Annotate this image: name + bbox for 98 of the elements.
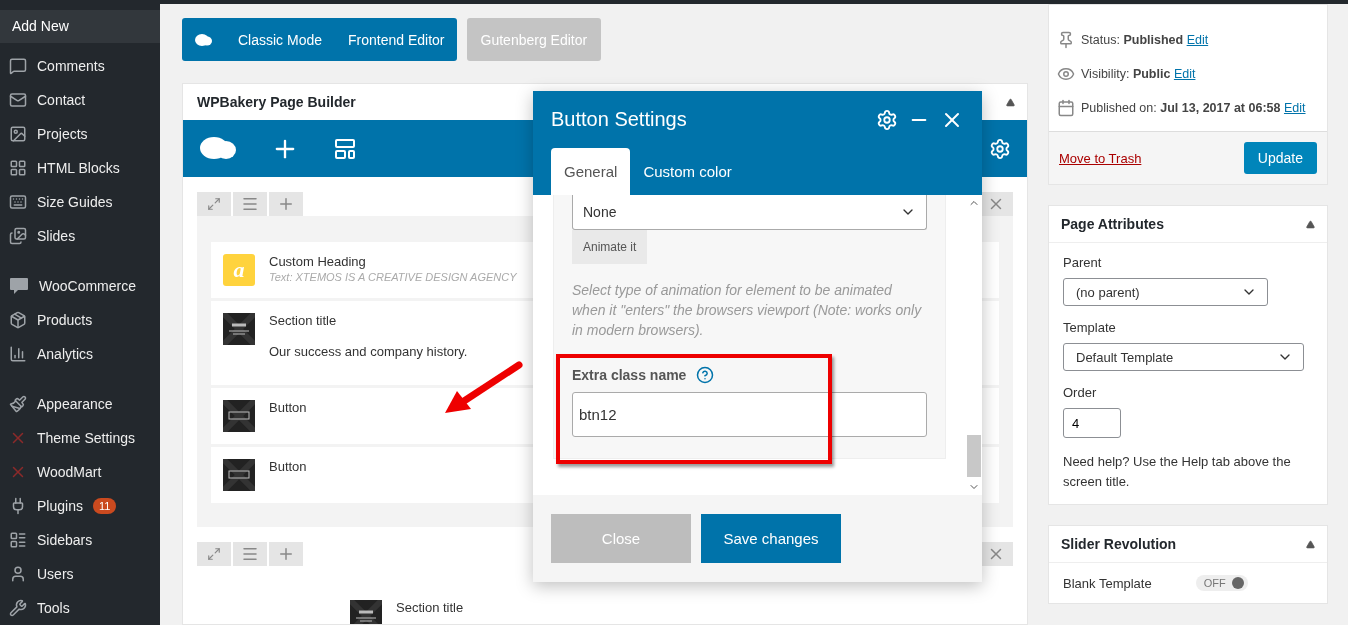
grid-icon [9, 159, 27, 177]
dialog-title: Button Settings [551, 108, 687, 131]
edit-link[interactable]: Edit [1283, 101, 1306, 115]
dialog-tab[interactable]: General [551, 148, 631, 195]
wrench-icon [9, 599, 27, 617]
order-input[interactable]: 4 [1063, 408, 1121, 438]
animation-select[interactable]: None [572, 195, 927, 230]
sidebar-item[interactable]: HTML Blocks [0, 151, 160, 185]
dialog-tab[interactable]: Custom color [630, 148, 745, 195]
sidebar-item[interactable]: WooCommerce [0, 269, 160, 303]
box-title: Slider Revolution [1061, 536, 1177, 552]
collapse-arrow-icon[interactable] [1306, 539, 1315, 549]
collapse-arrow-icon[interactable] [1306, 219, 1315, 229]
settings-icon[interactable] [989, 137, 1011, 160]
publish-info: Status: Published Edit [1081, 33, 1209, 47]
speech-bubble-icon [9, 57, 27, 75]
sidebar-item[interactable]: Size Guides [0, 185, 160, 219]
pin-icon [1057, 31, 1075, 49]
toggle-switch[interactable]: OFF [1195, 575, 1248, 591]
update-button[interactable]: Update [1243, 142, 1317, 174]
heading-element-icon: a [223, 254, 255, 286]
box-title: Page Attributes [1061, 216, 1164, 232]
sidebar-item[interactable]: Analytics [0, 337, 160, 371]
sidebar-item[interactable]: Contact [0, 83, 160, 117]
layout-icon [9, 531, 27, 549]
field-label: Order [1063, 385, 1098, 400]
scrollbar-thumb[interactable] [967, 435, 981, 477]
cloud-logo-icon [194, 32, 212, 47]
element-title: Button [269, 459, 307, 474]
element-title: Section title [396, 600, 464, 615]
keyboard-icon [9, 193, 27, 211]
settings-icon[interactable] [876, 108, 898, 131]
title-thumbnail-icon [223, 313, 255, 345]
sidebar-item[interactable]: Appearance [0, 387, 160, 421]
field-label: Template [1063, 320, 1117, 335]
help-text: Need help? Use the Help tab above the screen title. [1063, 453, 1292, 491]
sidebar-item[interactable]: Sidebars [0, 523, 160, 557]
envelope-icon [9, 91, 27, 109]
drag-handle[interactable] [233, 542, 267, 566]
parent-select[interactable]: (no parent) [1063, 278, 1268, 306]
sidebar-item[interactable]: Users [0, 557, 160, 591]
layout-icon[interactable] [333, 136, 357, 161]
drag-lines-icon [241, 545, 259, 563]
add-button[interactable] [269, 542, 303, 566]
count-badge: 11 [92, 498, 117, 514]
expand-button[interactable] [197, 542, 231, 566]
element-title: Custom Heading [269, 254, 367, 269]
sidebar-item[interactable]: Comments [0, 49, 160, 83]
title-thumbnail-icon [350, 600, 382, 624]
sidebar-item[interactable]: Tools [0, 591, 160, 625]
bar-chart-icon [9, 345, 27, 363]
sidebar-item[interactable]: Theme Settings [0, 421, 160, 455]
eye-icon [1057, 65, 1075, 83]
element-text: Our success and company history. [269, 344, 468, 359]
button-thumbnail-icon [223, 400, 255, 432]
sidebar-item[interactable]: Plugins 11 [0, 489, 160, 523]
animate-button[interactable]: Animate it [572, 230, 648, 264]
edit-link[interactable]: Edit [1186, 33, 1209, 47]
calendar-icon [1057, 99, 1075, 117]
button-thumbnail-icon [223, 459, 255, 491]
element-title: Button [269, 400, 307, 415]
woo-bubble-icon [9, 277, 29, 295]
editor-mode-button[interactable]: Classic Mode [238, 18, 323, 61]
collapse-arrow-icon[interactable] [1006, 97, 1015, 107]
sidebar-item[interactable]: Slides [0, 219, 160, 253]
paintbrush-icon [9, 395, 27, 413]
image-icon [9, 125, 27, 143]
expand-icon [207, 547, 221, 561]
sidebar-item[interactable]: Products [0, 303, 160, 337]
publish-info: Published on: Jul 13, 2017 at 06:58 Edit [1081, 101, 1306, 115]
sidebar-item[interactable]: WoodMart [0, 455, 160, 489]
plus-icon [277, 195, 295, 213]
help-text: Select type of animation for element to be animated when it "enters" the browsers viewport (Note: works only in modern browsers). [572, 281, 923, 340]
class-name-input[interactable]: btn12 [572, 392, 927, 437]
save-button[interactable]: Save changes [701, 514, 841, 563]
trash-link[interactable]: Move to Trash [1059, 150, 1142, 166]
user-icon [9, 565, 27, 583]
drag-lines-icon [241, 195, 259, 213]
expand-icon [207, 197, 221, 211]
editor-mode-button[interactable]: Frontend Editor [348, 18, 445, 61]
help-icon[interactable] [696, 366, 715, 384]
drag-handle[interactable] [233, 192, 267, 216]
edit-link[interactable]: Edit [1173, 67, 1196, 81]
publish-info: Visibility: Public Edit [1081, 67, 1196, 81]
plus-icon [277, 545, 295, 563]
element-subtitle: Text: XTEMOS IS A CREATIVE DESIGN AGENCY [269, 271, 517, 283]
sidebar-subitem[interactable]: Add New [0, 10, 160, 43]
images-icon [9, 227, 27, 245]
box-icon [9, 311, 27, 329]
element-title: Section title [269, 313, 338, 328]
add-button[interactable] [269, 192, 303, 216]
field-label: Parent [1063, 255, 1103, 270]
sidebar-item[interactable]: Projects [0, 117, 160, 151]
field-label: Extra class name [572, 367, 687, 383]
template-select[interactable]: Default Template [1063, 343, 1304, 371]
toggle-label: Blank Template [1063, 575, 1152, 591]
expand-button[interactable] [197, 192, 231, 216]
panel-title: WPBakery Page Builder [197, 94, 356, 110]
